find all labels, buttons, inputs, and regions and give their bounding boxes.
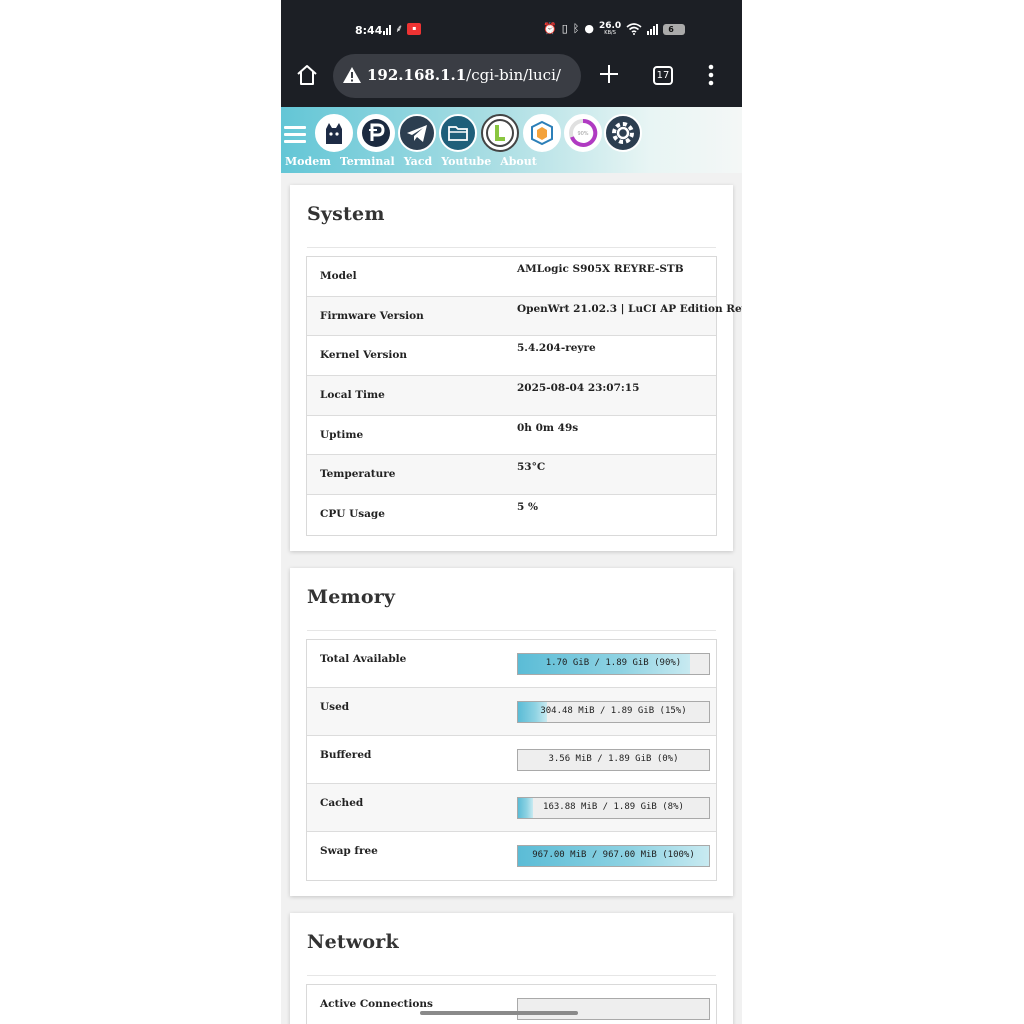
nav-about[interactable]: About <box>500 155 537 168</box>
memory-progress-bar: 304.48 MiB / 1.89 GiB (15%) <box>517 701 710 723</box>
network-card: Network Active Connections <box>290 913 733 1024</box>
table-row: CPU Usage 5 % <box>320 501 538 521</box>
folder-icon[interactable] <box>439 114 477 152</box>
nav-youtube[interactable]: Youtube <box>441 155 491 168</box>
notification-app-icon: ▪ <box>407 23 422 35</box>
alarm-icon: ⏰ <box>543 22 557 35</box>
table-row: Temperature 53°C <box>307 455 716 496</box>
browser-chrome: 8:44 ⸙ ▪ ⏰ ▯ ᛒ ● 26.0 KB/S 6 192.168.1.1/… <box>281 0 742 107</box>
memory-table: Total Available 1.70 GiB / 1.89 GiB (90%… <box>306 639 717 881</box>
location-icon: ● <box>584 22 594 35</box>
nav-modem[interactable]: Modem <box>285 155 331 168</box>
table-row: Total Available 1.70 GiB / 1.89 GiB (90%… <box>307 640 716 688</box>
system-table: Model AMLogic S905X REYRE-STB Firmware V… <box>306 256 742 536</box>
memory-card: Memory Total Available 1.70 GiB / 1.89 G… <box>290 568 733 896</box>
table-row: Cached 163.88 MiB / 1.89 GiB (8%) <box>307 784 716 832</box>
menu-icon[interactable] <box>284 126 306 144</box>
nav-terminal[interactable]: Terminal <box>340 155 395 168</box>
wifi-icon <box>626 23 642 35</box>
network-table: Active Connections <box>306 984 717 1024</box>
memory-progress-bar: 967.00 MiB / 967.00 MiB (100%) <box>517 845 710 867</box>
tab-switcher-button[interactable]: 17 <box>653 66 673 85</box>
cell-signal-icon <box>647 23 659 35</box>
new-tab-icon[interactable] <box>597 62 621 86</box>
cube-icon[interactable] <box>523 114 561 152</box>
nav-yacd[interactable]: Yacd <box>404 155 433 168</box>
connections-progress-bar <box>517 998 710 1020</box>
p-logo-icon[interactable] <box>357 114 395 152</box>
memory-progress-bar: 163.88 MiB / 1.89 GiB (8%) <box>517 797 710 819</box>
table-row: Local Time 2025-08-04 23:07:15 <box>307 376 716 416</box>
warning-icon[interactable] <box>342 66 362 84</box>
wifi-call-icon: ⸙ <box>395 22 404 35</box>
divider <box>307 630 716 631</box>
gauge-icon[interactable]: 90% <box>564 114 602 152</box>
gear-icon[interactable] <box>604 114 642 152</box>
l-logo-icon[interactable] <box>481 114 519 152</box>
divider <box>307 247 716 248</box>
table-row: Model AMLogic S905X REYRE-STB <box>307 257 716 297</box>
memory-progress-bar: 3.56 MiB / 1.89 GiB (0%) <box>517 749 710 771</box>
status-bar: 8:44 ⸙ ▪ ⏰ ▯ ᛒ ● 26.0 KB/S 6 <box>281 18 742 44</box>
url-text[interactable]: 192.168.1.1/cgi-bin/luci/ <box>367 66 561 84</box>
telegram-icon[interactable] <box>398 114 436 152</box>
table-row: Buffered 3.56 MiB / 1.89 GiB (0%) <box>307 736 716 784</box>
signal-small-icon <box>383 24 391 35</box>
more-options-icon[interactable] <box>708 64 714 86</box>
gesture-home-bar[interactable] <box>420 1011 578 1015</box>
battery-icon: 6 <box>663 23 686 35</box>
table-row: Uptime 0h 0m 49s <box>307 416 716 456</box>
svg-text:90%: 90% <box>577 131 588 137</box>
system-title: System <box>307 203 385 225</box>
vibrate-icon: ▯ <box>561 22 568 35</box>
system-card: System Model AMLogic S905X REYRE-STB Fir… <box>290 185 742 551</box>
status-time: 8:44 <box>355 24 383 37</box>
network-speed: 26.0 KB/S <box>598 21 622 37</box>
luci-nav-labels: Modem Terminal Yacd Youtube About <box>285 155 546 168</box>
network-title: Network <box>307 931 399 953</box>
bluetooth-icon: ᛒ <box>572 22 580 35</box>
divider <box>307 975 716 976</box>
address-bar[interactable]: 192.168.1.1/cgi-bin/luci/ <box>333 54 581 98</box>
table-row: Kernel Version 5.4.204-reyre <box>307 336 716 377</box>
table-row: Firmware Version OpenWrt 21.02.3 | LuCI … <box>307 296 742 337</box>
table-row: Active Connections <box>307 985 716 1024</box>
table-row: Swap free 967.00 MiB / 967.00 MiB (100%) <box>307 832 716 880</box>
table-row: Used 304.48 MiB / 1.89 GiB (15%) <box>307 688 716 736</box>
home-icon[interactable] <box>295 63 319 87</box>
cat-icon[interactable] <box>315 114 353 152</box>
memory-title: Memory <box>307 586 396 608</box>
memory-progress-bar: 1.70 GiB / 1.89 GiB (90%) <box>517 653 710 675</box>
phone-screen: 8:44 ⸙ ▪ ⏰ ▯ ᛒ ● 26.0 KB/S 6 192.168.1.1/… <box>281 0 742 1024</box>
luci-header: 90% Modem Terminal Yacd Youtube About <box>281 107 742 173</box>
